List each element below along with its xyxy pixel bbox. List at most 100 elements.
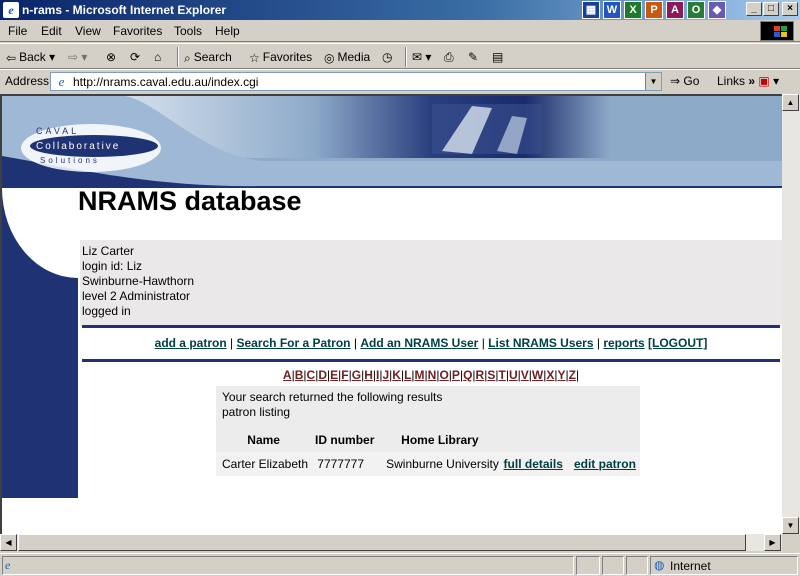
letter-link-t[interactable]: T <box>498 368 505 382</box>
menu-help[interactable]: Help <box>215 24 240 38</box>
horizontal-scroll-thumb[interactable] <box>18 534 746 551</box>
word-icon[interactable]: W <box>603 1 621 19</box>
excel-icon[interactable]: X <box>624 1 642 19</box>
access-icon[interactable]: A <box>666 1 684 19</box>
menu-edit[interactable]: Edit <box>41 24 62 38</box>
user-status: logged in <box>82 304 131 318</box>
security-zone-pane: ◍ Internet <box>650 556 798 575</box>
nav-links: add a patron | Search For a Patron | Add… <box>154 336 708 350</box>
mail-icon: ✉ ▾ <box>412 50 432 64</box>
quicklaunch-app-icon[interactable]: ▦ <box>582 1 600 19</box>
letter-link-v[interactable]: V <box>521 368 529 382</box>
column-header-name: Name <box>247 433 280 447</box>
powerpoint-icon[interactable]: P <box>645 1 663 19</box>
print-icon: ⎙ <box>444 50 454 64</box>
minimize-button[interactable]: _ <box>746 2 762 16</box>
menu-view[interactable]: View <box>75 24 101 38</box>
windows-logo-icon <box>760 21 794 41</box>
refresh-button[interactable]: ⟳ <box>130 48 140 66</box>
discuss-icon: ▤ <box>492 50 504 64</box>
page-content: CAVAL Collaborative Solutions NRAMS data… <box>0 94 782 534</box>
ie-icon: e <box>3 2 19 18</box>
alphabet-index: A|B|C|D|E|F|G|H|I|J|K|L|M|N|O|P|Q|R|S|T|… <box>82 368 780 382</box>
user-info-panel: Liz Carter login id: Liz Swinburne-Hawth… <box>80 240 782 326</box>
letter-link-f[interactable]: F <box>341 368 348 382</box>
logout-link[interactable]: [LOGOUT] <box>648 336 707 350</box>
links-button[interactable]: Links » ▣ ▾ <box>717 74 779 88</box>
letter-link-p[interactable]: P <box>452 368 460 382</box>
favorites-button[interactable]: ☆ Favorites <box>249 48 312 66</box>
divider-bottom <box>82 359 780 362</box>
horizontal-scrollbar[interactable]: ◀ ▶ <box>0 534 782 551</box>
maximize-button[interactable]: □ <box>763 2 779 16</box>
address-input[interactable]: e http://nrams.caval.edu.au/index.cgi ▼ <box>50 72 662 91</box>
letter-link-w[interactable]: W <box>532 368 543 382</box>
letter-link-o[interactable]: O <box>439 368 448 382</box>
scroll-down-button[interactable]: ▼ <box>782 517 799 534</box>
menu-tools[interactable]: Tools <box>174 24 202 38</box>
scroll-right-button[interactable]: ▶ <box>764 534 781 551</box>
divider-top <box>82 325 780 328</box>
add-user-link[interactable]: Add an NRAMS User <box>360 336 478 350</box>
browser-window: e n-rams - Microsoft Internet Explorer ▦… <box>0 0 800 576</box>
history-button[interactable]: ◷ <box>382 48 392 66</box>
close-button[interactable]: × <box>782 2 798 16</box>
logo-text-solutions: Solutions <box>40 156 100 165</box>
menu-file[interactable]: File <box>8 24 27 38</box>
letter-link-z[interactable]: Z <box>569 368 576 382</box>
letter-link-d[interactable]: D <box>318 368 327 382</box>
address-url[interactable]: http://nrams.caval.edu.au/index.cgi <box>73 75 258 89</box>
outlook-icon[interactable]: O <box>687 1 705 19</box>
full-details-link[interactable]: full details <box>504 457 563 471</box>
favorites-icon: ☆ <box>249 50 260 65</box>
menu-favorites[interactable]: Favorites <box>113 24 162 38</box>
add-patron-link[interactable]: add a patron <box>155 336 227 350</box>
back-button[interactable]: ⇦ Back ▾ <box>6 48 55 66</box>
paint-icon[interactable]: ◆ <box>708 1 726 19</box>
window-title: n-rams - Microsoft Internet Explorer <box>22 3 227 17</box>
search-results-panel: Your search returned the following resul… <box>216 386 640 476</box>
letter-link-e[interactable]: E <box>330 368 338 382</box>
list-users-link[interactable]: List NRAMS Users <box>488 336 593 350</box>
menu-bar: File Edit View Favorites Tools Help <box>0 20 800 42</box>
logo-text-caval: CAVAL <box>36 126 80 136</box>
edit-button[interactable]: ✎ <box>468 48 478 66</box>
media-icon: ◎ <box>324 50 335 65</box>
letter-link-a[interactable]: A <box>283 368 292 382</box>
letter-link-q[interactable]: Q <box>463 368 472 382</box>
address-dropdown-button[interactable]: ▼ <box>645 73 661 90</box>
home-button[interactable]: ⌂ <box>154 48 161 66</box>
toolbar-extension-icon[interactable]: ▣ <box>758 74 769 88</box>
zone-label: Internet <box>670 559 711 573</box>
table-header-row: Name ID number Home Library <box>216 428 640 452</box>
scroll-up-button[interactable]: ▲ <box>782 94 799 111</box>
title-bar: e n-rams - Microsoft Internet Explorer ▦… <box>0 0 800 20</box>
edit-patron-link[interactable]: edit patron <box>574 457 636 471</box>
forward-button[interactable]: ⇨ ▾ <box>68 48 87 66</box>
letter-link-c[interactable]: C <box>307 368 316 382</box>
stop-button[interactable]: ⊗ <box>106 48 116 66</box>
go-arrow-icon: ⇒ <box>670 74 684 88</box>
mail-button[interactable]: ✉ ▾ <box>412 48 431 66</box>
vertical-scrollbar[interactable]: ▲ ▼ <box>782 94 800 534</box>
search-button[interactable]: ⌕ Search <box>184 48 232 66</box>
letter-link-k[interactable]: K <box>392 368 401 382</box>
print-button[interactable]: ⎙ <box>444 48 454 66</box>
letter-link-m[interactable]: M <box>415 368 425 382</box>
column-header-library: Home Library <box>401 433 479 447</box>
reports-link[interactable]: reports <box>603 336 644 350</box>
letter-link-u[interactable]: U <box>509 368 518 382</box>
scroll-left-button[interactable]: ◀ <box>0 534 17 551</box>
table-row: Carter Elizabeth 7777777 Swinburne Unive… <box>216 452 640 476</box>
toolbar-separator <box>177 47 179 67</box>
user-login-id: login id: Liz <box>82 259 143 273</box>
letter-link-h[interactable]: H <box>364 368 373 382</box>
address-label: Address <box>5 74 50 88</box>
results-subtitle: patron listing <box>222 405 291 419</box>
discuss-button[interactable]: ▤ <box>492 48 503 66</box>
letter-link-g[interactable]: G <box>352 368 361 382</box>
letter-link-r[interactable]: R <box>476 368 485 382</box>
go-button[interactable]: ⇒ Go <box>670 74 699 88</box>
media-button[interactable]: ◎ Media <box>324 48 370 66</box>
search-patron-link[interactable]: Search For a Patron <box>236 336 350 350</box>
